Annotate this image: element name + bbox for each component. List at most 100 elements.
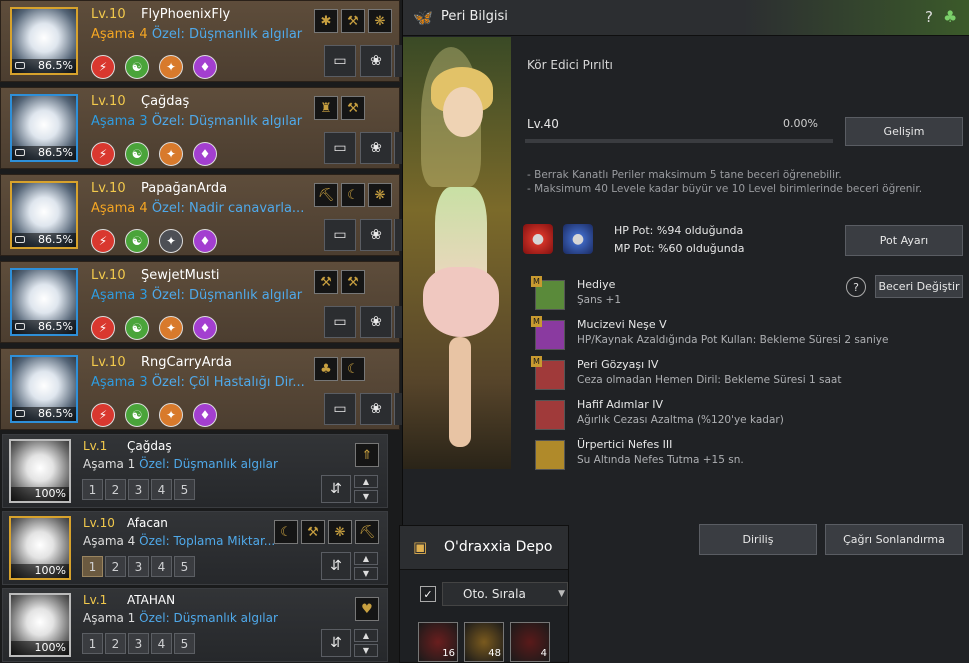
arrow-up-icon[interactable]: ⇑ [355,443,379,467]
pet-skill-icon[interactable]: ✦ [159,316,183,340]
paw-icon[interactable]: ❀ [360,306,392,338]
pet-skill-icon[interactable]: ✦ [159,403,183,427]
sickle-icon[interactable]: ☾ [341,183,365,207]
more-button[interactable] [394,219,402,251]
autosort-checkbox[interactable]: ✓ [420,586,436,602]
more-button[interactable] [394,393,402,425]
chevron-down-icon[interactable]: ▼ [354,490,378,503]
revive-button[interactable]: Diriliş [699,524,817,555]
wing-icon[interactable]: ❋ [368,9,392,33]
stored-pet-card[interactable]: 100% Lv.1 ATAHAN Aşama 1 Özel: Düşmanlık al… [2,588,388,662]
pet-avatar[interactable]: 86.5% [10,94,78,162]
pet-skill-icon[interactable]: ☯ [125,55,149,79]
pet-skill-icon[interactable]: ♦ [193,229,217,253]
pet-skill-icon[interactable]: ✦ [159,229,183,253]
pet-avatar[interactable]: 100% [9,516,71,580]
autosort-dropdown[interactable]: Oto. Sırala ▼ [442,582,568,606]
pet-skill-icon[interactable]: ♦ [193,403,217,427]
pet-skill-icon[interactable]: ♦ [193,316,217,340]
hammer-icon[interactable]: ⚒ [314,270,338,294]
more-button[interactable] [394,45,402,77]
axe-icon[interactable]: ⚒ [341,270,365,294]
feed-button[interactable]: ▭ [324,45,356,77]
wing-icon[interactable]: ❋ [328,520,352,544]
swap-icon[interactable]: ⇵ [321,475,351,503]
clock-icon[interactable] [535,440,565,470]
pet-card[interactable]: 86.5% Lv.10 PapağanArda Aşama 4 Özel: Nadir… [0,174,402,256]
heart-icon[interactable]: ♥ [355,597,379,621]
ant-icon[interactable]: ✱ [314,9,338,33]
chevron-up-icon[interactable]: ▲ [354,552,378,565]
skill-help-icon[interactable]: ? [846,277,866,297]
sickle-icon[interactable]: ☾ [274,520,298,544]
tier-slot[interactable]: 5 [174,633,195,654]
pet-avatar[interactable]: 86.5% [10,355,78,423]
window-header[interactable]: 🦋 Peri Bilgisi ? ♣ [403,0,969,36]
pet-avatar[interactable]: 86.5% [10,7,78,75]
pet-skill-icon[interactable]: ⚡ [91,142,115,166]
pet-skill-icon[interactable]: ♦ [193,142,217,166]
help-icon[interactable]: ? [925,8,933,26]
pet-avatar[interactable]: 100% [9,593,71,657]
sickle-icon[interactable]: ☾ [341,357,365,381]
axe-icon[interactable]: ⚒ [341,9,365,33]
tier-slot[interactable]: 1 [82,556,103,577]
pick-icon[interactable]: ⛏ [355,520,379,544]
pet-avatar[interactable]: 86.5% [10,268,78,336]
depot-item-slot[interactable]: 16 [418,622,458,662]
paw-icon[interactable]: ❀ [360,132,392,164]
pet-card[interactable]: 86.5% Lv.10 Çağdaş Aşama 3 Özel: Düşmanlık … [0,87,402,169]
tier-slot[interactable]: 4 [151,556,172,577]
depot-header[interactable]: ▣ O'draxxia Depo [400,526,568,570]
paw-icon[interactable]: ❀ [360,45,392,77]
pet-skill-icon[interactable]: ☯ [125,142,149,166]
person-icon[interactable]: ♜ [314,96,338,120]
pet-avatar[interactable]: 100% [9,439,71,503]
pet-skill-icon[interactable]: ☯ [125,316,149,340]
swap-icon[interactable]: ⇵ [321,629,351,657]
bag-icon[interactable] [535,400,565,430]
tier-slot[interactable]: 1 [82,479,103,500]
pet-card[interactable]: 86.5% Lv.10 RngCarryArda Aşama 3 Özel: Çöl … [0,348,402,430]
depot-item-slot[interactable]: 48 [464,622,504,662]
clover-icon[interactable]: ♣ [314,357,338,381]
axe-icon[interactable]: ⚒ [341,96,365,120]
tier-slot[interactable]: 3 [128,633,149,654]
pet-skill-icon[interactable]: ⚡ [91,403,115,427]
pet-skill-icon[interactable]: ⚡ [91,229,115,253]
tier-slot[interactable]: 5 [174,556,195,577]
pet-skill-icon[interactable]: ✦ [159,55,183,79]
swap-icon[interactable]: ⇵ [321,552,351,580]
pet-card[interactable]: 86.5% Lv.10 FlyPhoenixFly Aşama 4 Özel: Düş… [0,0,402,82]
tier-slot[interactable]: 2 [105,556,126,577]
dismiss-button[interactable]: Çağrı Sonlandırma [825,524,963,555]
tier-slot[interactable]: 2 [105,479,126,500]
hp-potion-icon[interactable]: ● [523,224,553,254]
pet-skill-icon[interactable]: ⚡ [91,316,115,340]
chevron-down-icon[interactable]: ▼ [354,567,378,580]
wing-icon[interactable]: ❋ [368,183,392,207]
stored-pet-card[interactable]: 100% Lv.10 Afacan Aşama 4 Özel: Toplama Mik… [2,511,388,585]
mp-potion-icon[interactable]: ● [563,224,593,254]
paw-icon[interactable]: ❀ [360,393,392,425]
depot-item-slot[interactable]: 4 [510,622,550,662]
chevron-down-icon[interactable]: ▼ [354,644,378,657]
paw-icon[interactable]: ❀ [360,219,392,251]
pet-skill-icon[interactable]: ☯ [125,403,149,427]
tier-slot[interactable]: 3 [128,556,149,577]
clover-icon[interactable]: ♣ [943,7,957,26]
pet-avatar[interactable]: 86.5% [10,181,78,249]
stored-pet-card[interactable]: 100% Lv.1 Çağdaş Aşama 1 Özel: Düşmanlık al… [2,434,388,508]
tier-slot[interactable]: 1 [82,633,103,654]
pot-settings-button[interactable]: Pot Ayarı [845,225,963,256]
pick-icon[interactable]: ⛏ [314,183,338,207]
more-button[interactable] [394,306,402,338]
tier-slot[interactable]: 2 [105,633,126,654]
chevron-up-icon[interactable]: ▲ [354,475,378,488]
pet-skill-icon[interactable]: ✦ [159,142,183,166]
feed-button[interactable]: ▭ [324,393,356,425]
pet-skill-icon[interactable]: ☯ [125,229,149,253]
change-skill-button[interactable]: Beceri Değiştir [875,275,963,298]
tier-slot[interactable]: 4 [151,479,172,500]
more-button[interactable] [394,132,402,164]
